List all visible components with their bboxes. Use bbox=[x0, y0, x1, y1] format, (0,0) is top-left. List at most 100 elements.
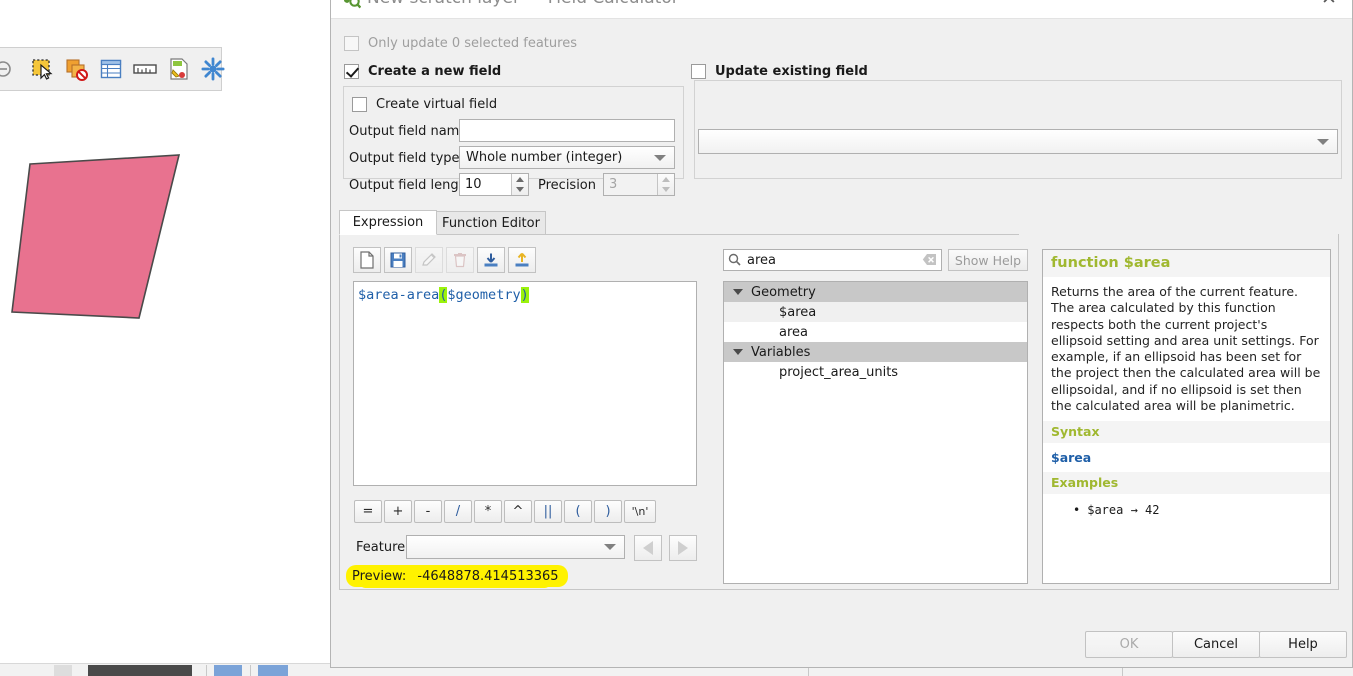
processing-toolbox-icon[interactable] bbox=[200, 56, 226, 82]
operator-concat-button[interactable]: || bbox=[534, 500, 562, 523]
precision-value: 3 bbox=[609, 177, 618, 192]
help-button[interactable]: Help bbox=[1259, 631, 1347, 658]
delete-expression-icon bbox=[446, 247, 474, 273]
feature-select[interactable] bbox=[406, 535, 625, 559]
output-field-length-stepper[interactable]: 10 bbox=[459, 173, 529, 196]
preview-row: Preview: -4648878.414513365 bbox=[352, 569, 559, 584]
update-existing-field-checkbox[interactable] bbox=[691, 64, 706, 79]
create-virtual-field-row[interactable]: Create virtual field bbox=[352, 97, 497, 112]
create-new-field-label: Create a new field bbox=[368, 64, 502, 79]
measure-line-icon[interactable] bbox=[132, 56, 158, 82]
help-syntax-value: $area bbox=[1051, 450, 1092, 466]
create-new-field-checkbox[interactable] bbox=[344, 64, 359, 79]
select-features-by-area-icon[interactable] bbox=[30, 56, 56, 82]
operator-open-paren-button[interactable]: ( bbox=[564, 500, 592, 523]
function-search-input[interactable]: area bbox=[723, 249, 942, 271]
close-icon[interactable]: ✕ bbox=[1316, 0, 1342, 11]
deselect-features-icon[interactable] bbox=[0, 56, 22, 82]
only-update-selected-row[interactable]: Only update 0 selected features bbox=[344, 36, 577, 51]
clear-icon[interactable] bbox=[922, 251, 937, 270]
chevron-down-icon[interactable] bbox=[733, 289, 743, 295]
tree-item-area[interactable]: area bbox=[724, 322, 1027, 342]
search-value: area bbox=[747, 252, 776, 268]
operator-power-button[interactable]: ^ bbox=[504, 500, 532, 523]
map-polygon-feature[interactable] bbox=[0, 140, 200, 340]
chevron-down-icon bbox=[654, 154, 666, 161]
deselect-all-layers-icon[interactable] bbox=[64, 56, 90, 82]
operator-newline-button[interactable]: '\n' bbox=[624, 500, 656, 523]
chevron-right-icon bbox=[678, 541, 688, 555]
save-expression-icon[interactable] bbox=[384, 247, 412, 273]
only-update-selected-label: Only update 0 selected features bbox=[368, 36, 577, 51]
help-examples-heading: Examples bbox=[1043, 472, 1330, 495]
open-attribute-table-icon[interactable] bbox=[98, 56, 124, 82]
cancel-button[interactable]: Cancel bbox=[1172, 631, 1260, 658]
export-expressions-icon[interactable] bbox=[508, 247, 536, 273]
status-block-2 bbox=[88, 665, 192, 676]
chevron-down-icon[interactable] bbox=[733, 349, 743, 355]
tree-group-geometry-label: Geometry bbox=[751, 284, 816, 300]
preview-value: -4648878.414513365 bbox=[417, 569, 559, 584]
spin-down-icon[interactable] bbox=[516, 187, 524, 193]
spin-down-icon[interactable] bbox=[662, 187, 670, 193]
create-virtual-field-label: Create virtual field bbox=[376, 97, 498, 112]
ok-button[interactable]: OK bbox=[1085, 631, 1173, 658]
tree-item-project-area-units[interactable]: project_area_units bbox=[724, 362, 1027, 382]
status-block-4 bbox=[258, 665, 288, 676]
chevron-left-icon bbox=[643, 541, 653, 555]
precision-spin-buttons[interactable] bbox=[657, 174, 674, 195]
help-syntax-heading: Syntax bbox=[1043, 421, 1330, 444]
tree-item-area-dollar-label: $area bbox=[779, 304, 817, 320]
help-title: function $area bbox=[1043, 250, 1330, 277]
update-existing-field-row[interactable]: Update existing field bbox=[691, 64, 868, 79]
expression-prefix: $area-area bbox=[358, 287, 440, 303]
expression-editor[interactable]: $area-area($geometry) bbox=[353, 281, 697, 486]
output-field-name-input[interactable] bbox=[459, 119, 675, 142]
tree-group-variables-label: Variables bbox=[751, 344, 811, 360]
spin-up-icon[interactable] bbox=[516, 176, 524, 182]
help-example-item: • $area → 42 bbox=[1043, 494, 1330, 524]
edit-expression-icon bbox=[415, 247, 443, 273]
expression-inner: $geometry bbox=[447, 287, 521, 303]
import-expressions-icon[interactable] bbox=[477, 247, 505, 273]
tab-function-editor[interactable]: Function Editor bbox=[436, 211, 546, 235]
tree-group-variables[interactable]: Variables bbox=[724, 342, 1027, 362]
output-field-length-spin-buttons[interactable] bbox=[511, 174, 528, 195]
operator-divide-button[interactable]: / bbox=[444, 500, 472, 523]
help-example-text: $area → 42 bbox=[1087, 503, 1160, 518]
tab-underline bbox=[339, 234, 1019, 235]
status-block-1 bbox=[54, 665, 72, 676]
tree-item-area-dollar[interactable]: $area bbox=[724, 302, 1027, 322]
chevron-down-icon bbox=[1317, 138, 1329, 145]
dialog-title: New scratch layer — Field Calculator bbox=[367, 0, 679, 8]
tab-expression[interactable]: Expression bbox=[339, 210, 437, 235]
expression-close-paren: ) bbox=[520, 287, 529, 303]
operator-minus-button[interactable]: - bbox=[414, 500, 442, 523]
operator-multiply-button[interactable]: * bbox=[474, 500, 502, 523]
only-update-selected-checkbox[interactable] bbox=[344, 36, 359, 51]
tab-expression-label: Expression bbox=[352, 215, 424, 230]
previous-feature-button[interactable] bbox=[634, 535, 662, 561]
create-virtual-field-checkbox[interactable] bbox=[352, 97, 367, 112]
field-calculator-icon[interactable] bbox=[166, 56, 192, 82]
function-help-panel: function $area Returns the area of the c… bbox=[1042, 249, 1331, 584]
show-help-button[interactable]: Show Help bbox=[948, 249, 1028, 271]
new-expression-icon[interactable] bbox=[353, 247, 381, 273]
create-new-field-row[interactable]: Create a new field bbox=[344, 64, 501, 79]
output-field-length-value: 10 bbox=[465, 177, 482, 192]
existing-field-select[interactable] bbox=[698, 129, 1338, 154]
next-feature-button[interactable] bbox=[669, 535, 697, 561]
qgis-main-toolbar bbox=[0, 47, 225, 91]
function-tree[interactable]: Geometry $area area Variables project_ar… bbox=[723, 281, 1028, 584]
precision-stepper[interactable]: 3 bbox=[603, 173, 675, 196]
output-field-type-select[interactable]: Whole number (integer) bbox=[459, 146, 675, 169]
status-separator-2 bbox=[250, 665, 251, 676]
operator-plus-button[interactable]: + bbox=[384, 500, 412, 523]
operator-close-paren-button[interactable]: ) bbox=[594, 500, 622, 523]
output-field-name-label: Output field name bbox=[349, 124, 468, 139]
operator-equals-button[interactable]: = bbox=[354, 500, 382, 523]
tree-group-geometry[interactable]: Geometry bbox=[724, 282, 1027, 302]
precision-label: Precision bbox=[538, 178, 597, 193]
bullet-icon: • bbox=[1073, 503, 1081, 518]
spin-up-icon[interactable] bbox=[662, 176, 670, 182]
